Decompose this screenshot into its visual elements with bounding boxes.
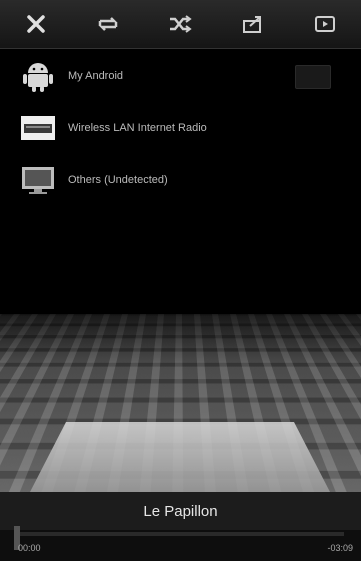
progress-bar[interactable]: 00:00 -03:09 [0, 526, 361, 561]
monitor-icon [18, 160, 58, 200]
device-label: Wireless LAN Internet Radio [68, 122, 207, 134]
close-button[interactable] [14, 2, 58, 46]
device-item-my-android[interactable]: My Android [0, 50, 361, 102]
selected-indicator [295, 65, 331, 89]
elapsed-time: 00:00 [18, 543, 41, 553]
repeat-button[interactable] [86, 2, 130, 46]
repeat-icon [99, 17, 118, 31]
device-label: My Android [68, 70, 124, 82]
remaining-time: -03:09 [327, 543, 353, 553]
track-title: Le Papillon [0, 492, 361, 530]
play-screen-button[interactable] [303, 2, 347, 46]
radio-device-icon [18, 108, 58, 148]
visualizer-floor [30, 422, 330, 492]
android-icon [18, 56, 58, 96]
visualizer [0, 314, 361, 492]
shuffle-icon [170, 15, 193, 33]
close-icon [27, 15, 45, 33]
play-box-icon [314, 16, 335, 32]
device-item-others[interactable]: Others (Undetected) [0, 154, 361, 206]
device-label: Others (Undetected) [68, 174, 168, 186]
share-button[interactable] [231, 2, 275, 46]
device-item-wireless-lan-radio[interactable]: Wireless LAN Internet Radio [0, 102, 361, 154]
shuffle-button[interactable] [158, 2, 202, 46]
share-icon [242, 16, 261, 33]
player-screen: My Android Wireless LAN Internet Radio O… [0, 0, 361, 561]
toolbar [0, 0, 361, 49]
progress-track [17, 532, 344, 536]
device-list: My Android Wireless LAN Internet Radio O… [0, 50, 361, 206]
